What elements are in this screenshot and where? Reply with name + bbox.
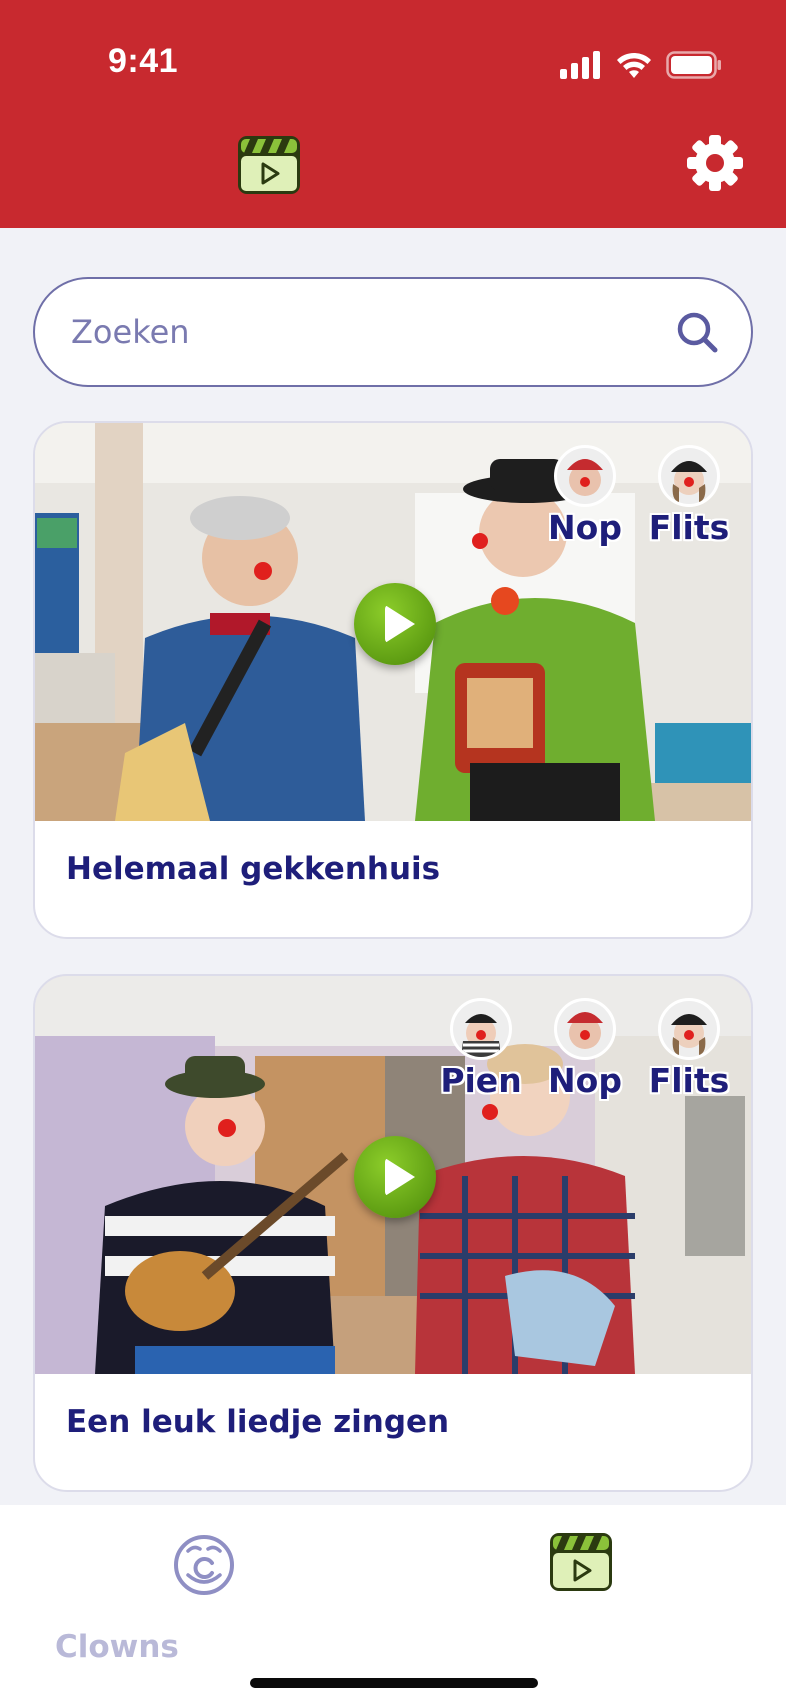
clown-name: Nop (548, 508, 622, 547)
avatar (554, 445, 616, 507)
avatar (554, 998, 616, 1060)
gear-icon[interactable] (686, 134, 744, 192)
video-card[interactable]: Nop Flits Helemaal gekkenhuis (33, 421, 753, 939)
avatar (658, 445, 720, 507)
video-card[interactable]: Pien Nop Flits Een leuk liedje zingen (33, 974, 753, 1492)
app-header: 9:41 (0, 0, 786, 228)
clown-avatar-flits[interactable]: Flits (645, 998, 733, 1100)
play-button[interactable] (354, 583, 436, 665)
clown-avatar-pien[interactable]: Pien (437, 998, 525, 1100)
search-input[interactable] (71, 301, 651, 363)
avatar (658, 998, 720, 1060)
tab-clowns-label: Clowns (55, 1629, 179, 1665)
video-title[interactable]: Een leuk liedje zingen (66, 1404, 449, 1440)
clown-avatar-nop[interactable]: Nop (541, 445, 629, 547)
clown-avatar-flits[interactable]: Flits (645, 445, 733, 547)
cellular-signal-icon (560, 51, 600, 79)
home-indicator[interactable] (250, 1678, 538, 1688)
video-clapper-icon[interactable] (548, 1531, 614, 1593)
status-time: 9:41 (108, 42, 179, 80)
play-button[interactable] (354, 1136, 436, 1218)
battery-icon (666, 51, 721, 79)
video-title[interactable]: Helemaal gekkenhuis (66, 851, 440, 887)
clown-name: Pien (440, 1061, 522, 1100)
tab-clowns[interactable]: Clowns (50, 1529, 260, 1665)
video-clapper-icon[interactable] (236, 134, 302, 196)
tab-bar: Clowns (0, 1505, 786, 1704)
status-icons (560, 48, 722, 82)
video-thumbnail[interactable]: Pien Nop Flits (35, 976, 751, 1374)
clown-avatars: Nop Flits (541, 445, 733, 547)
search-bar[interactable] (33, 277, 753, 387)
clown-name: Nop (548, 1061, 622, 1100)
clown-name: Flits (648, 508, 730, 547)
clown-name: Flits (648, 1061, 730, 1100)
video-thumbnail[interactable]: Nop Flits (35, 423, 751, 821)
clown-face-icon (174, 1535, 234, 1595)
wifi-icon (617, 52, 651, 78)
clown-avatar-nop[interactable]: Nop (541, 998, 629, 1100)
avatar (450, 998, 512, 1060)
clown-avatars: Pien Nop Flits (437, 998, 733, 1100)
search-icon[interactable] (675, 310, 719, 354)
